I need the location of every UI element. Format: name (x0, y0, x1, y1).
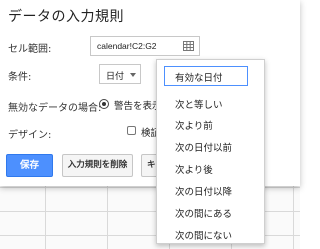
save-button[interactable]: 保存 (6, 154, 53, 177)
invalid-data-label: 無効なデータの場合: (8, 103, 102, 114)
show-warning-label: 警告を表示 (114, 101, 162, 112)
criteria-label: 条件: (8, 72, 32, 83)
grid-icon[interactable] (183, 41, 194, 51)
remove-rule-button[interactable]: 入力規則を削除 (62, 154, 133, 177)
dropdown-option-valid-date[interactable]: 有効な日付 (175, 70, 223, 84)
dropdown-option-on-or-before[interactable]: 次の日付以前 (175, 140, 232, 154)
dropdown-option-between[interactable]: 次の間にある (175, 206, 232, 220)
criteria-dropdown-menu: 有効な日付 次と等しい 次より前 次の日付以前 次より後 次の日付以降 次の間に… (156, 59, 265, 244)
dropdown-option-not-between[interactable]: 次の間にない (175, 228, 232, 242)
dropdown-option-before[interactable]: 次より前 (175, 118, 213, 132)
appearance-label: デザイン: (8, 130, 52, 141)
dropdown-option-on-or-after[interactable]: 次の日付以降 (175, 184, 232, 198)
dropdown-option-after[interactable]: 次より後 (175, 162, 213, 176)
criteria-select[interactable]: 日付 (99, 64, 141, 84)
cell-range-input[interactable]: calendar!C2:G2 (90, 36, 200, 56)
show-warning-radio[interactable] (99, 99, 109, 109)
criteria-value: 日付 (106, 72, 125, 82)
dialog-title: データの入力規則 (8, 9, 124, 25)
cell-range-value: calendar!C2:G2 (97, 41, 157, 51)
cell-range-label: セル範囲: (8, 44, 52, 55)
help-text-checkbox[interactable] (127, 126, 136, 135)
chevron-down-icon (130, 73, 136, 77)
dropdown-option-equal-to[interactable]: 次と等しい (175, 97, 223, 111)
